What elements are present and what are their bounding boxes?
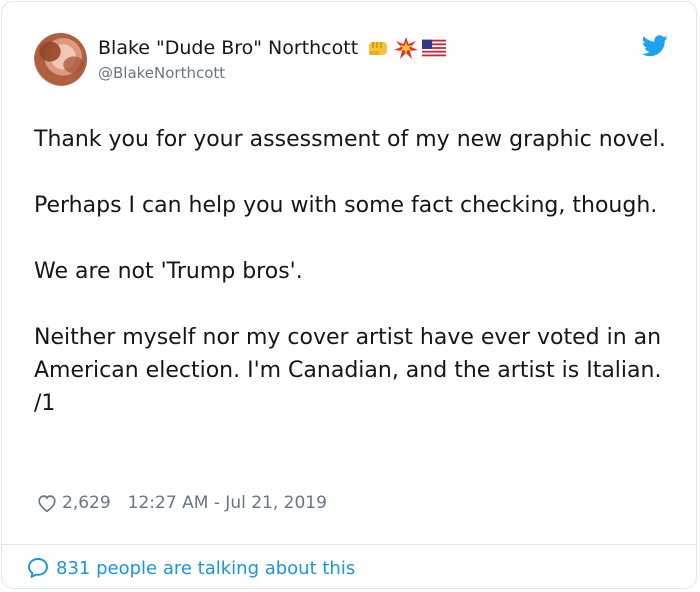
author-row: Blake "Dude Bro" Northcott — [98, 36, 450, 60]
heart-icon[interactable] — [36, 492, 58, 514]
tweet-paragraph: Perhaps I can help you with some fact ch… — [34, 193, 658, 218]
tweet-paragraph: We are not 'Trump bros'. — [34, 259, 303, 284]
us-flag-icon — [422, 39, 447, 57]
twitter-bird-icon[interactable] — [642, 35, 668, 57]
conversation-link[interactable]: 831 people are talking about this — [26, 556, 355, 580]
like-count: 2,629 — [62, 493, 111, 513]
divider — [2, 544, 696, 545]
avatar[interactable] — [34, 33, 87, 86]
tweet-card: Blake "Dude Bro" Northcott @BlakeNorthco… — [1, 1, 697, 589]
tweet-text: Thank you for your assessment of my new … — [34, 123, 679, 453]
handle[interactable]: @BlakeNorthcott — [98, 63, 225, 83]
tweet-paragraph: Thank you for your assessment of my new … — [34, 127, 666, 152]
collision-emoji-icon — [394, 37, 419, 59]
tweet-meta: 2,629 12:27 AM - Jul 21, 2019 — [36, 492, 327, 514]
timestamp[interactable]: 12:27 AM - Jul 21, 2019 — [128, 493, 327, 513]
reply-bubble-icon — [28, 558, 48, 578]
display-name[interactable]: Blake "Dude Bro" Northcott — [98, 36, 358, 60]
conversation-label: 831 people are talking about this — [56, 557, 356, 579]
fist-emoji-icon — [369, 42, 388, 55]
tweet-paragraph: Neither myself nor my cover artist have … — [34, 325, 662, 416]
name-emojis — [366, 37, 450, 59]
